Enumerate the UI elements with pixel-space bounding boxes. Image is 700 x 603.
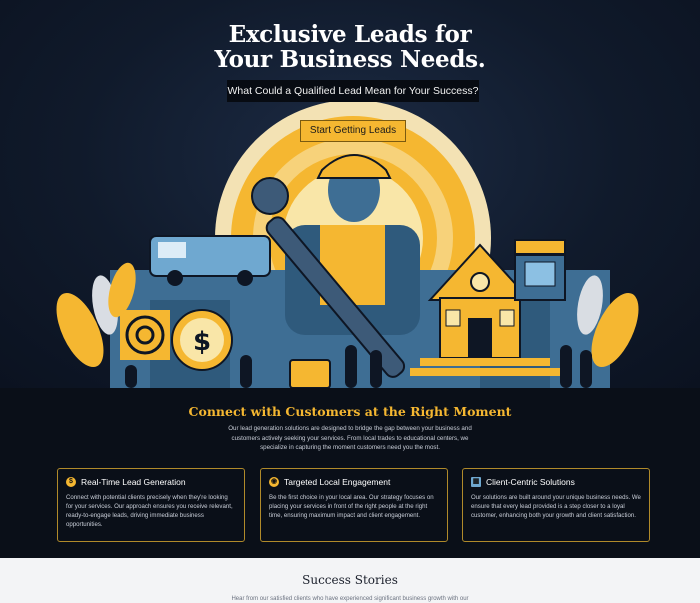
svg-text:$: $ (193, 327, 211, 357)
card-title: Client-Centric Solutions (486, 477, 575, 487)
card-title: Real-Time Lead Generation (81, 477, 186, 487)
connect-title: Connect with Customers at the Right Mome… (188, 404, 512, 419)
card-title: Targeted Local Engagement (284, 477, 391, 487)
card-real-time: $ Real-Time Lead Generation Connect with… (57, 468, 245, 542)
card-targeted: ◉ Targeted Local Engagement Be the first… (260, 468, 448, 542)
hero-title: Exclusive Leads for Your Business Needs. (0, 22, 700, 72)
card-body: Connect with potential clients precisely… (66, 494, 233, 528)
connect-section: Connect with Customers at the Right Mome… (0, 388, 700, 558)
shop-icon (514, 239, 566, 301)
target-icon (120, 310, 170, 360)
hero-section: $ Exclusive Leads for Your Business Need… (0, 0, 700, 388)
card-body: Be the first choice in your local area. … (269, 494, 434, 519)
card-client-centric: ▦ Client-Centric Solutions Our solutions… (462, 468, 650, 542)
start-getting-leads-button[interactable]: Start Getting Leads (300, 120, 406, 142)
hero-title-line2: Your Business Needs. (214, 46, 486, 73)
success-stories-title: Success Stories (302, 573, 398, 587)
connect-text: Our lead generation solutions are design… (228, 425, 472, 451)
briefcase-icon (289, 359, 331, 388)
target-icon: ◉ (269, 477, 279, 487)
success-stories-text: Hear from our satisfied clients who have… (231, 596, 469, 602)
dollar-icon: $ (66, 477, 76, 487)
hero-subtitle: What Could a Qualified Lead Mean for You… (227, 80, 479, 102)
building-icon: ▦ (471, 477, 481, 487)
success-stories-section: Success Stories Hear from our satisfied … (0, 558, 700, 603)
card-body: Our solutions are built around your uniq… (471, 494, 641, 519)
hero-title-line1: Exclusive Leads for (228, 21, 472, 48)
dollar-coin-icon: $ (171, 309, 233, 371)
